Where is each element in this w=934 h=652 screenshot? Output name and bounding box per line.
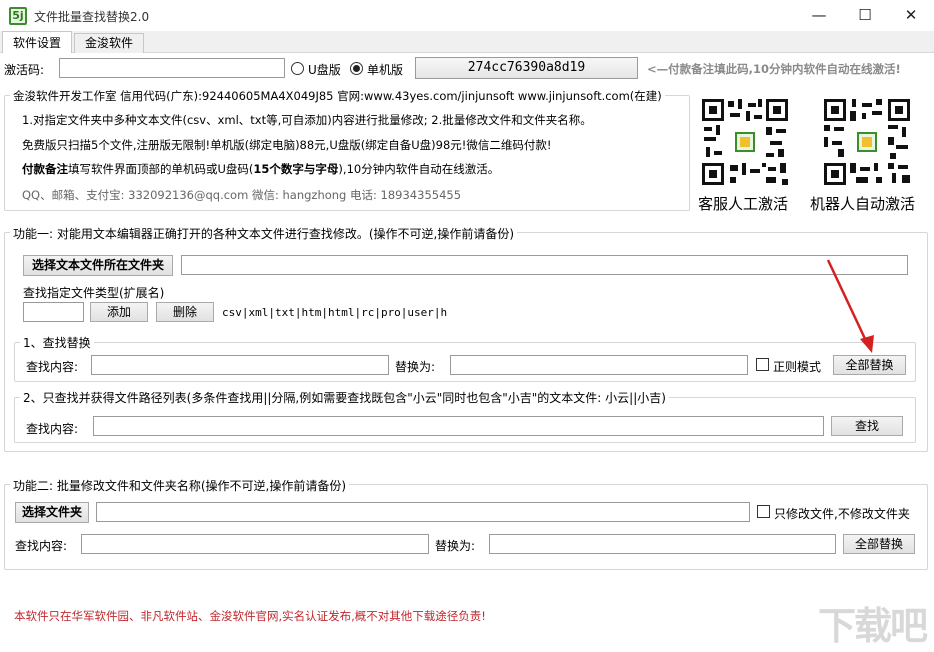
app-icon: 5j [9, 7, 27, 25]
about-line3: 付款备注填写软件界面顶部的单机码或U盘码(15个数字与字母),10分钟内软件自动… [22, 161, 499, 177]
only-files-checkbox[interactable] [757, 505, 770, 518]
replace-all-button[interactable]: 全部替换 [833, 355, 906, 375]
function2-group [4, 484, 928, 570]
rename-find-label: 查找内容: [15, 539, 68, 553]
only-files-label[interactable]: 只修改文件,不修改文件夹 [774, 505, 910, 522]
radio-udisk[interactable] [291, 62, 304, 75]
qr-robot-label: 机器人自动激活 [810, 195, 916, 213]
activation-label: 激活码: [4, 63, 45, 77]
rename-replace-label: 替换为: [435, 539, 476, 553]
maximize-button[interactable]: ☐ [842, 0, 888, 31]
about-line3-bold: 付款备注 [22, 162, 68, 176]
about-line1: 1.对指定文件夹中多种文本文件(csv、xml、txt等,可自添加)内容进行批量… [22, 113, 592, 127]
activation-code-input[interactable] [59, 58, 285, 78]
about-line3-mid: 填写软件界面顶部的单机码或U盘码( [68, 162, 254, 176]
replace-input[interactable] [450, 355, 748, 375]
about-line3-end: ),10分钟内软件自动在线激活。 [338, 162, 500, 176]
close-button[interactable]: ✕ [888, 0, 934, 31]
regex-checkbox[interactable] [756, 358, 769, 371]
tab-jinjun-software[interactable]: 金浚软件 [74, 33, 145, 53]
machine-code: 274cc76390a8d19 [415, 57, 638, 79]
qr-code-robot [822, 97, 912, 187]
radio-standalone-label[interactable]: 单机版 [367, 61, 403, 78]
about-line2: 免费版只扫描5个文件,注册版无限制!单机版(绑定电脑)88元,U盘版(绑定自备U… [22, 138, 552, 152]
find2-label: 查找内容: [26, 422, 79, 436]
window-title: 文件批量查找替换2.0 [34, 10, 150, 24]
radio-standalone[interactable] [350, 62, 363, 75]
ext-label: 查找指定文件类型(扩展名) [23, 286, 165, 300]
select-folder-button[interactable]: 选择文件夹 [15, 502, 89, 523]
add-ext-button[interactable]: 添加 [90, 302, 148, 322]
about-line3-bold2: 15个数字与字母 [253, 162, 339, 176]
function1-title: 功能一: 对能用文本编辑器正确打开的各种文本文件进行查找修改。(操作不可逆,操作… [10, 225, 518, 242]
replace-label: 替换为: [395, 360, 436, 374]
function2-title: 功能二: 批量修改文件和文件夹名称(操作不可逆,操作前请备份) [10, 477, 350, 494]
red-arrow-annotation [826, 259, 874, 353]
find-only-title: 2、只查找并获得文件路径列表(多条件查找用||分隔,例如需要查找既包含"小云"同… [20, 389, 669, 406]
find2-input[interactable] [93, 416, 824, 436]
about-title: 金浚软件开发工作室 信用代码(广东):92440605MA4X049J85 官网… [10, 88, 665, 104]
find-replace-title: 1、查找替换 [20, 334, 94, 351]
tab-settings[interactable]: 软件设置 [2, 31, 73, 54]
ext-input[interactable] [23, 302, 84, 322]
rename-replace-input[interactable] [489, 534, 836, 554]
find-label: 查找内容: [26, 360, 79, 374]
text-folder-path-input[interactable] [181, 255, 908, 275]
regex-label[interactable]: 正则模式 [773, 358, 821, 375]
activation-tip: <—付款备注填此码,10分钟内软件自动在线激活! [647, 62, 901, 76]
folder-path-input[interactable] [96, 502, 750, 522]
find-input[interactable] [91, 355, 389, 375]
qr-code-manual [700, 97, 790, 187]
delete-ext-button[interactable]: 删除 [156, 302, 214, 322]
find-button[interactable]: 查找 [831, 416, 903, 436]
radio-udisk-label[interactable]: U盘版 [308, 61, 341, 78]
qr-manual-label: 客服人工激活 [698, 195, 789, 213]
ext-list: csv|xml|txt|htm|html|rc|pro|user|h [222, 306, 448, 319]
rename-replace-all-button[interactable]: 全部替换 [843, 534, 915, 554]
select-text-folder-button[interactable]: 选择文本文件所在文件夹 [23, 255, 173, 276]
footer-notice: 本软件只在华军软件园、非凡软件站、金浚软件官网,实名认证发布,概不对其他下载途径… [14, 609, 486, 623]
watermark: 下载吧 [817, 604, 928, 648]
about-contact: QQ、邮箱、支付宝: 332092136@qq.com 微信: hangzhon… [22, 188, 462, 202]
minimize-button[interactable]: — [796, 0, 842, 31]
rename-find-input[interactable] [81, 534, 429, 554]
